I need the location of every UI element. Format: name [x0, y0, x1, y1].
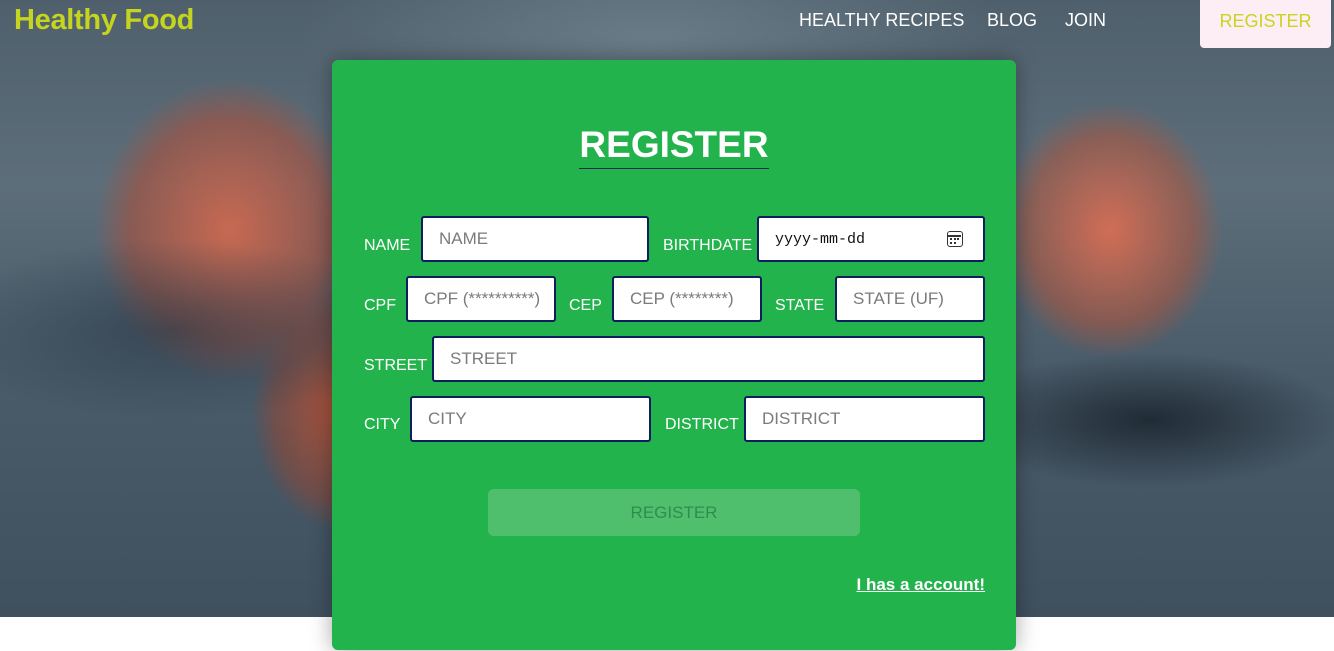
state-label: STATE: [775, 297, 825, 314]
city-label: CITY: [364, 416, 401, 433]
district-label: DISTRICT: [665, 416, 739, 433]
name-input[interactable]: NAME: [421, 216, 649, 262]
name-placeholder: NAME: [439, 229, 489, 248]
register-submit-button[interactable]: REGISTER: [488, 489, 860, 536]
city-placeholder: CITY: [428, 409, 467, 428]
state-input[interactable]: STATE (UF): [835, 276, 985, 322]
street-input[interactable]: STREET: [432, 336, 985, 382]
register-title-wrap: REGISTER: [332, 122, 1016, 169]
birthdate-input[interactable]: yyyy-mm-dd: [757, 216, 985, 262]
cpf-placeholder: CPF (**********): [424, 289, 541, 308]
cpf-label: CPF: [364, 297, 396, 314]
cep-input[interactable]: CEP (********): [612, 276, 762, 322]
birthdate-value: yyyy-mm-dd: [775, 230, 866, 248]
cep-placeholder: CEP (********): [630, 289, 734, 308]
login-link[interactable]: I has a account!: [857, 575, 985, 595]
district-placeholder: DISTRICT: [762, 409, 841, 428]
nav-link-join[interactable]: JOIN: [1065, 10, 1106, 31]
cpf-input[interactable]: CPF (**********): [406, 276, 556, 322]
cep-label: CEP: [569, 297, 602, 314]
calendar-icon[interactable]: [947, 231, 963, 247]
nav-link-blog[interactable]: BLOG: [987, 10, 1037, 31]
register-card: REGISTER NAME NAME BIRTHDATE yyyy-mm-dd …: [332, 60, 1016, 650]
register-title: REGISTER: [579, 122, 769, 169]
state-placeholder: STATE (UF): [853, 289, 944, 308]
brand-logo[interactable]: Healthy Food: [14, 4, 194, 37]
city-input[interactable]: CITY: [410, 396, 651, 442]
street-label: STREET: [364, 357, 428, 374]
district-input[interactable]: DISTRICT: [744, 396, 985, 442]
nav-link-healthy-recipes[interactable]: HEALTHY RECIPES: [799, 10, 964, 31]
birthdate-label: BIRTHDATE: [663, 237, 753, 254]
top-navbar: Healthy Food HEALTHY RECIPES BLOG JOIN R…: [0, 0, 1334, 50]
nav-register-button[interactable]: REGISTER: [1200, 0, 1331, 48]
street-placeholder: STREET: [450, 349, 518, 368]
name-label: NAME: [364, 237, 411, 254]
